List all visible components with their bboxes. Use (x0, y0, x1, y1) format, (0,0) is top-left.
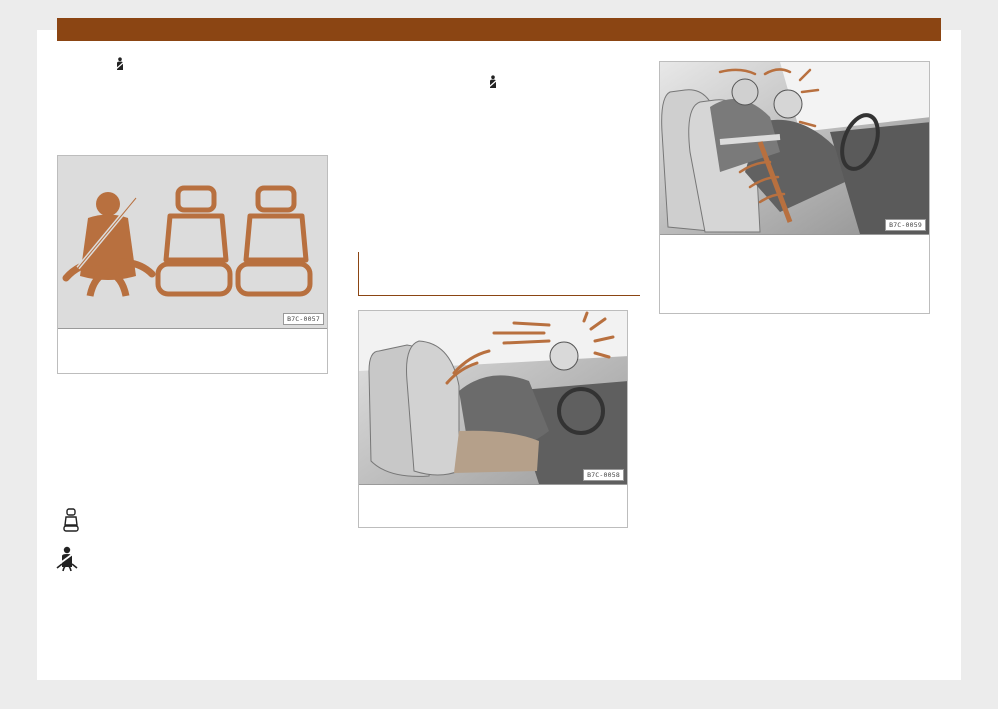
section-heading-rule (358, 252, 640, 296)
figure-rear-impact: B7C-0059 (659, 61, 930, 314)
figure-code: B7C-0059 (885, 219, 926, 231)
crash-no-belt-illustration (359, 311, 627, 484)
seat-status-image: B7C-0057 (58, 156, 327, 329)
seat-status-illustration (58, 156, 327, 328)
empty-seat-icon (63, 508, 79, 532)
rear-impact-image: B7C-0059 (660, 62, 929, 235)
seatbelt-warning-icon (56, 546, 78, 572)
figure-code: B7C-0058 (583, 469, 624, 481)
figure-seat-status: B7C-0057 (57, 155, 328, 374)
header-bar (57, 18, 941, 41)
rear-impact-illustration (660, 62, 929, 234)
figure-code: B7C-0057 (283, 313, 324, 325)
seatbelt-icon (488, 75, 498, 88)
seatbelt-icon (115, 57, 125, 70)
crash-no-belt-image: B7C-0058 (359, 311, 627, 485)
figure-crash-no-belt: B7C-0058 (358, 310, 628, 528)
